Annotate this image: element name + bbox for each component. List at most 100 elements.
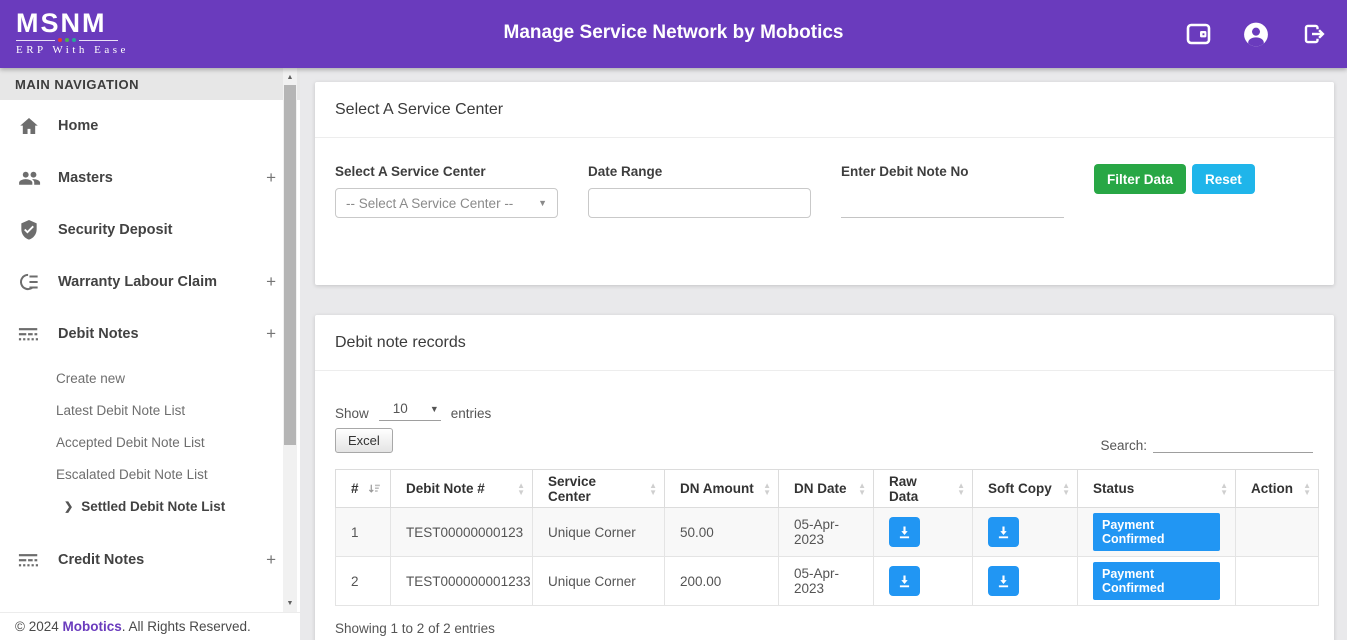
page-length-select[interactable]: 10 ▼ xyxy=(379,399,441,421)
service-center-select-value: -- Select A Service Center -- xyxy=(346,196,513,211)
debit-notes-submenu: Create new Latest Debit Note List Accept… xyxy=(0,360,300,524)
status-badge: Payment Confirmed xyxy=(1093,562,1220,600)
scrollbar-thumb[interactable] xyxy=(284,85,296,445)
claim-icon xyxy=(17,272,41,292)
submenu-item-label: Latest Debit Note List xyxy=(56,403,185,418)
brand-link[interactable]: Mobotics xyxy=(62,619,121,634)
copyright-suffix: . All Rights Reserved. xyxy=(122,619,251,634)
users-icon xyxy=(17,170,41,187)
expand-plus-icon: + xyxy=(266,550,276,570)
date-range-input[interactable] xyxy=(588,188,811,218)
download-icon xyxy=(995,573,1012,590)
notes-icon xyxy=(17,552,41,569)
submenu-item-label: Accepted Debit Note List xyxy=(56,435,205,450)
cell-debit-note: TEST00000000123 xyxy=(391,508,533,557)
page-length-control: Show 10 ▼ entries xyxy=(335,399,491,421)
app-header: MSNM ERP With Ease Manage Service Networ… xyxy=(0,0,1347,68)
cell-dn-date: 05-Apr-2023 xyxy=(779,557,874,606)
submenu-item-accepted-debit-note-list[interactable]: Accepted Debit Note List xyxy=(0,426,300,458)
sort-icon: ▲▼ xyxy=(957,482,965,496)
service-center-label: Select A Service Center xyxy=(335,164,558,179)
submenu-item-latest-debit-note-list[interactable]: Latest Debit Note List xyxy=(0,394,300,426)
status-badge: Payment Confirmed xyxy=(1093,513,1220,551)
sidebar-item-debit-notes[interactable]: Debit Notes + xyxy=(0,308,300,360)
column-header-debit-note[interactable]: Debit Note #▲▼ xyxy=(391,470,533,508)
column-header-raw-data[interactable]: Raw Data▲▼ xyxy=(874,470,973,508)
column-header-service-center[interactable]: Service Center▲▼ xyxy=(533,470,665,508)
cell-service-center: Unique Corner xyxy=(533,557,665,606)
filter-data-button[interactable]: Filter Data xyxy=(1094,164,1186,194)
sort-icon: ▲▼ xyxy=(1303,482,1311,496)
column-header-action[interactable]: Action▲▼ xyxy=(1236,470,1319,508)
sort-asc-icon xyxy=(368,482,380,496)
soft-copy-download-button[interactable] xyxy=(988,517,1019,547)
sort-icon: ▲▼ xyxy=(1220,482,1228,496)
submenu-item-escalated-debit-note-list[interactable]: Escalated Debit Note List xyxy=(0,458,300,490)
scroll-up-arrow[interactable]: ▲ xyxy=(283,70,297,84)
reset-button[interactable]: Reset xyxy=(1192,164,1255,194)
sidebar-scrollbar: ▲ ▼ xyxy=(283,68,297,612)
shield-check-icon xyxy=(17,219,41,241)
sidebar-item-label: Warranty Labour Claim xyxy=(58,274,217,290)
expand-plus-icon: + xyxy=(266,168,276,188)
chevron-right-icon: ❯ xyxy=(64,500,73,513)
excel-export-button[interactable]: Excel xyxy=(335,428,393,453)
filter-card-title: Select A Service Center xyxy=(315,82,1334,138)
cell-num: 2 xyxy=(336,557,391,606)
chevron-down-icon: ▼ xyxy=(430,404,439,414)
sidebar-item-label: Masters xyxy=(58,170,113,186)
logo-tagline: ERP With Ease xyxy=(16,44,129,56)
download-icon xyxy=(896,524,913,541)
account-icon[interactable] xyxy=(1243,21,1269,47)
service-center-select[interactable]: -- Select A Service Center -- ▼ xyxy=(335,188,558,218)
raw-data-download-button[interactable] xyxy=(889,566,920,596)
sidebar-item-masters[interactable]: Masters + xyxy=(0,152,300,204)
expand-plus-icon: + xyxy=(266,324,276,344)
column-header-soft-copy[interactable]: Soft Copy▲▼ xyxy=(973,470,1078,508)
copyright-prefix: © 2024 xyxy=(15,619,62,634)
submenu-item-create-new[interactable]: Create new xyxy=(0,362,300,394)
records-card: Debit note records Show 10 ▼ entries Exc… xyxy=(315,315,1334,640)
cell-debit-note: TEST000000001233 xyxy=(391,557,533,606)
sidebar: MAIN NAVIGATION Home Masters + Security … xyxy=(0,68,300,612)
sidebar-item-label: Credit Notes xyxy=(58,552,144,568)
debit-note-no-label: Enter Debit Note No xyxy=(841,164,1064,179)
column-header-status[interactable]: Status▲▼ xyxy=(1078,470,1236,508)
submenu-item-settled-debit-note-list[interactable]: ❯ Settled Debit Note List xyxy=(0,490,300,522)
home-icon xyxy=(17,116,41,136)
sidebar-item-credit-notes[interactable]: Credit Notes + xyxy=(0,534,300,586)
sort-icon: ▲▼ xyxy=(763,482,771,496)
column-header-dn-amount[interactable]: DN Amount▲▼ xyxy=(665,470,779,508)
cell-dn-amount: 50.00 xyxy=(665,508,779,557)
raw-data-download-button[interactable] xyxy=(889,517,920,547)
cell-action xyxy=(1236,557,1319,606)
chevron-down-icon: ▼ xyxy=(538,198,547,208)
cell-num: 1 xyxy=(336,508,391,557)
sidebar-item-warranty-labour-claim[interactable]: Warranty Labour Claim + xyxy=(0,256,300,308)
column-header-dn-date[interactable]: DN Date▲▼ xyxy=(779,470,874,508)
search-input[interactable] xyxy=(1153,431,1313,453)
column-header-num[interactable]: # xyxy=(336,470,391,508)
sort-icon: ▲▼ xyxy=(858,482,866,496)
main-content: Select A Service Center Select A Service… xyxy=(300,68,1347,640)
wallet-icon[interactable] xyxy=(1185,21,1211,47)
table-row: 2 TEST000000001233 Unique Corner 200.00 … xyxy=(336,557,1319,606)
sidebar-item-label: Home xyxy=(58,118,98,134)
debit-note-no-input[interactable] xyxy=(841,188,1064,218)
copyright-footer: © 2024 Mobotics. All Rights Reserved. xyxy=(0,612,300,640)
app-screen: MSNM ERP With Ease Manage Service Networ… xyxy=(0,0,1347,640)
submenu-item-label: Escalated Debit Note List xyxy=(56,467,208,482)
sidebar-item-home[interactable]: Home xyxy=(0,100,300,152)
sort-icon: ▲▼ xyxy=(1062,482,1070,496)
notes-icon xyxy=(17,326,41,343)
table-info: Showing 1 to 2 of 2 entries xyxy=(335,621,495,636)
scroll-down-arrow[interactable]: ▼ xyxy=(283,596,297,610)
logout-icon[interactable] xyxy=(1301,21,1327,47)
soft-copy-download-button[interactable] xyxy=(988,566,1019,596)
download-icon xyxy=(995,524,1012,541)
filter-card: Select A Service Center Select A Service… xyxy=(315,82,1334,285)
entries-label: entries xyxy=(451,406,492,421)
sidebar-item-security-deposit[interactable]: Security Deposit xyxy=(0,204,300,256)
page-length-value: 10 xyxy=(393,401,408,416)
cell-service-center: Unique Corner xyxy=(533,508,665,557)
